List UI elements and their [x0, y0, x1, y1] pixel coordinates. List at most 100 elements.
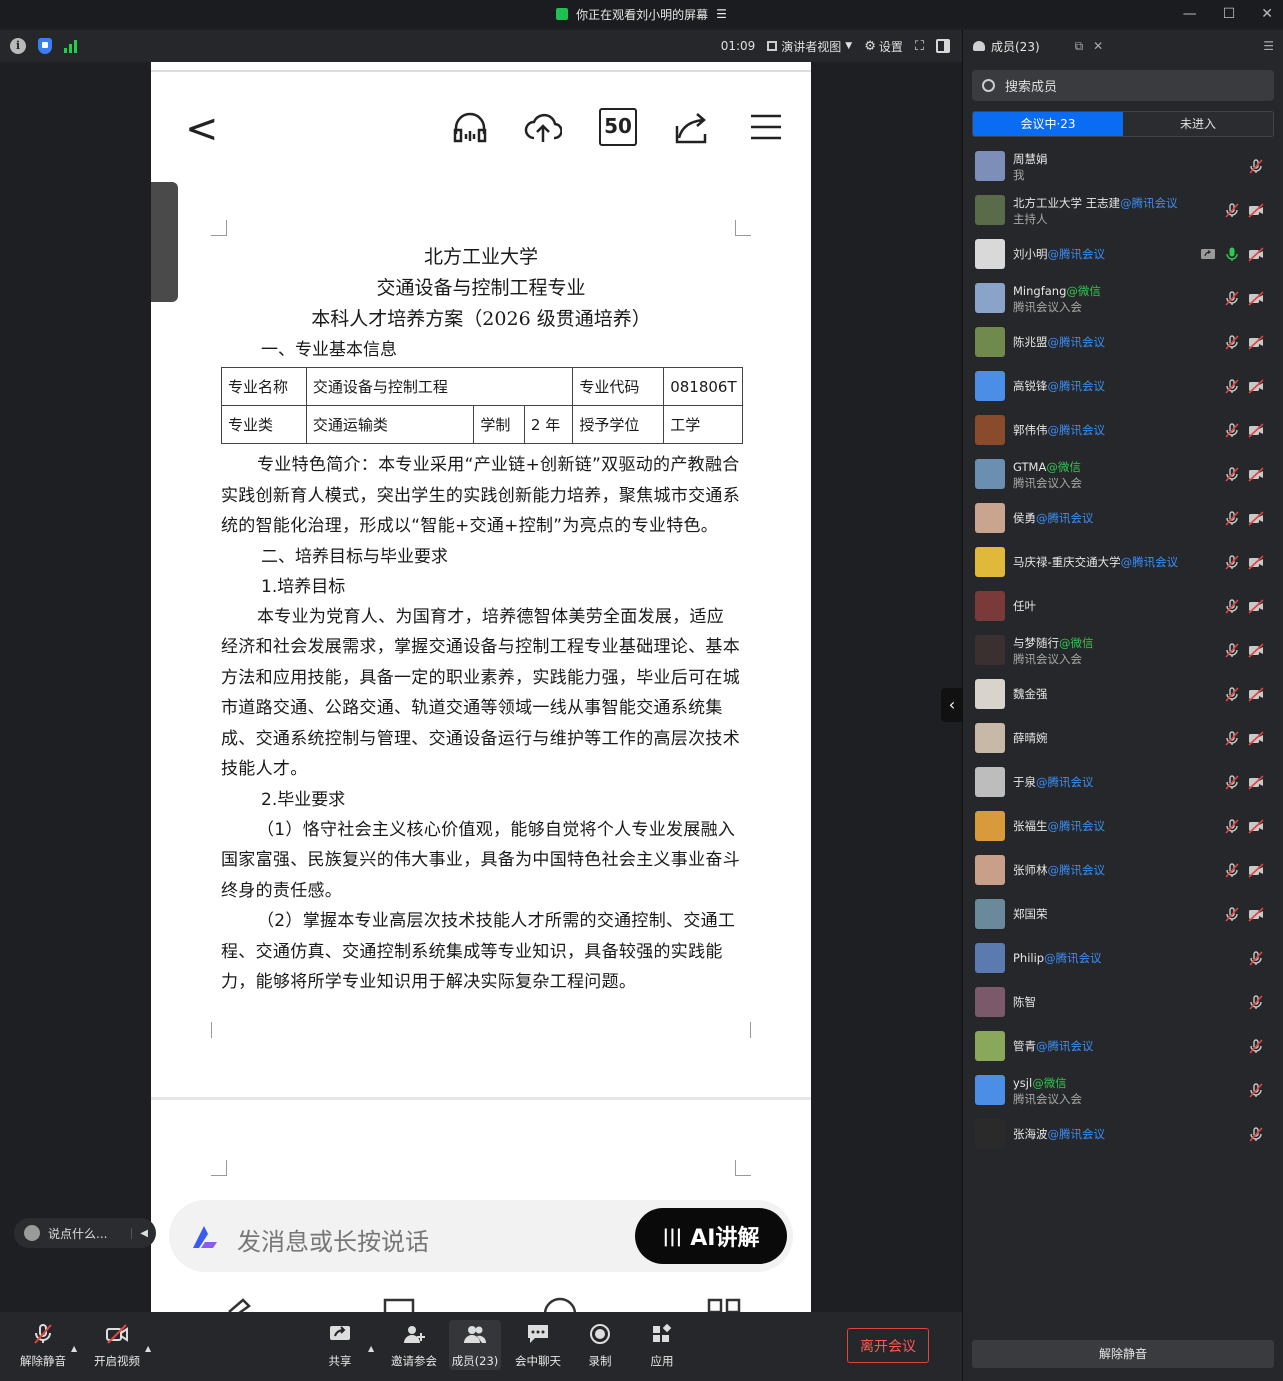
member-row[interactable]: 刘小明@腾讯会议: [963, 232, 1283, 276]
camera-off-icon[interactable]: [1248, 731, 1264, 746]
network-signal-icon[interactable]: [64, 39, 77, 53]
camera-off-icon[interactable]: [1248, 907, 1264, 922]
mic-off-icon[interactable]: [1224, 731, 1240, 746]
member-row[interactable]: 与梦随行@微信 腾讯会议入会: [963, 628, 1283, 672]
mic-off-icon[interactable]: [1224, 643, 1240, 658]
invite-button[interactable]: 邀请参会: [384, 1324, 444, 1369]
camera-off-icon[interactable]: [1248, 247, 1264, 262]
share-screen-button[interactable]: 共享: [310, 1324, 370, 1369]
mic-off-icon[interactable]: [1248, 995, 1264, 1010]
member-row[interactable]: 北方工业大学 王志建@腾讯会议 主持人: [963, 188, 1283, 232]
camera-off-icon[interactable]: [1248, 643, 1264, 658]
mic-off-icon[interactable]: [1224, 335, 1240, 350]
mic-off-icon[interactable]: [1224, 379, 1240, 394]
caret-up-icon[interactable]: ▲: [145, 1344, 151, 1353]
tab-not-joined[interactable]: 未进入: [1123, 112, 1273, 136]
member-row[interactable]: 陈兆盟@腾讯会议: [963, 320, 1283, 364]
mic-off-icon[interactable]: [1224, 907, 1240, 922]
mic-off-icon[interactable]: [1248, 159, 1264, 174]
member-row[interactable]: 魏金强: [963, 672, 1283, 716]
mic-off-icon[interactable]: [1248, 1127, 1264, 1142]
camera-off-icon[interactable]: [1248, 423, 1264, 438]
settings-button[interactable]: ⚙ 设置: [864, 38, 903, 55]
mic-off-icon[interactable]: [1224, 687, 1240, 702]
mic-off-icon[interactable]: [1248, 1039, 1264, 1054]
view-mode-button[interactable]: 演讲者视图 ▼: [767, 38, 852, 55]
mic-off-icon[interactable]: [1224, 291, 1240, 306]
chat-button[interactable]: 会中聊天: [508, 1324, 568, 1369]
mic-off-icon[interactable]: [1224, 511, 1240, 526]
member-row[interactable]: 郭伟伟@腾讯会议: [963, 408, 1283, 452]
mic-off-icon[interactable]: [1224, 775, 1240, 790]
panel-menu-icon[interactable]: ☰: [1263, 39, 1274, 54]
apps-button[interactable]: 应用: [632, 1323, 692, 1369]
camera-off-icon[interactable]: [1248, 687, 1264, 702]
mic-off-icon[interactable]: [1224, 819, 1240, 834]
member-row[interactable]: 任叶: [963, 584, 1283, 628]
member-row[interactable]: 于泉@腾讯会议: [963, 760, 1283, 804]
member-row[interactable]: 马庆禄-重庆交通大学@腾讯会议: [963, 540, 1283, 584]
popout-icon[interactable]: ⧉: [1075, 39, 1084, 54]
camera-off-icon[interactable]: [1248, 819, 1264, 834]
member-row[interactable]: 高锐锋@腾讯会议: [963, 364, 1283, 408]
close-window-button[interactable]: ✕: [1261, 6, 1273, 22]
mic-off-icon[interactable]: [1224, 203, 1240, 218]
phone-status-bar: [151, 62, 811, 72]
camera-off-icon[interactable]: [1248, 379, 1264, 394]
chevron-left-icon: ‹: [948, 695, 956, 714]
members-button[interactable]: 成员(23): [449, 1320, 501, 1370]
mic-on-icon[interactable]: [1224, 247, 1240, 262]
start-video-button[interactable]: 开启视频: [87, 1324, 147, 1369]
sidebar-toggle-icon[interactable]: [936, 39, 950, 53]
camera-off-icon[interactable]: [1248, 599, 1264, 614]
camera-off-icon[interactable]: [1248, 775, 1264, 790]
mic-off-icon[interactable]: [1224, 863, 1240, 878]
camera-off-icon[interactable]: [1248, 291, 1264, 306]
unmute-self-button[interactable]: 解除静音: [972, 1340, 1274, 1368]
member-row[interactable]: 张海波@腾讯会议: [963, 1112, 1283, 1156]
camera-off-icon[interactable]: [1248, 555, 1264, 570]
leave-meeting-button[interactable]: 离开会议: [847, 1328, 929, 1363]
member-row[interactable]: Philip@腾讯会议: [963, 936, 1283, 980]
member-search-input[interactable]: 搜索成员: [972, 70, 1274, 101]
quick-chat-pill[interactable]: 说点什么... ◀: [14, 1218, 156, 1248]
info-icon[interactable]: i: [10, 38, 26, 54]
mic-off-icon[interactable]: [1248, 1083, 1264, 1098]
security-shield-icon[interactable]: [38, 38, 52, 54]
camera-off-icon[interactable]: [1248, 335, 1264, 350]
emoji-icon[interactable]: [24, 1225, 40, 1241]
caret-up-icon[interactable]: ▲: [71, 1344, 77, 1353]
fullscreen-icon[interactable]: ⛶: [915, 39, 924, 54]
member-row[interactable]: 张福生@腾讯会议: [963, 804, 1283, 848]
member-name: 刘小明@腾讯会议: [1013, 246, 1105, 262]
member-row[interactable]: Mingfang@微信 腾讯会议入会: [963, 276, 1283, 320]
camera-off-icon[interactable]: [1248, 511, 1264, 526]
member-row[interactable]: 陈智: [963, 980, 1283, 1024]
mic-off-icon[interactable]: [1248, 951, 1264, 966]
camera-off-icon[interactable]: [1248, 863, 1264, 878]
member-row[interactable]: 郑国荣: [963, 892, 1283, 936]
maximize-button[interactable]: ☐: [1223, 6, 1236, 22]
caret-up-icon[interactable]: ▲: [368, 1344, 374, 1353]
camera-off-icon[interactable]: [1248, 467, 1264, 482]
collapse-panel-button[interactable]: ‹: [941, 688, 963, 722]
member-row[interactable]: ysjl@微信 腾讯会议入会: [963, 1068, 1283, 1112]
collapse-left-icon[interactable]: ◀: [131, 1227, 148, 1239]
tab-in-meeting[interactable]: 会议中·23: [973, 112, 1123, 136]
mic-off-icon[interactable]: [1224, 467, 1240, 482]
member-row[interactable]: 侯勇@腾讯会议: [963, 496, 1283, 540]
member-row[interactable]: 管青@腾讯会议: [963, 1024, 1283, 1068]
minimize-button[interactable]: —: [1183, 6, 1197, 22]
member-row[interactable]: 周慧娟我: [963, 144, 1283, 188]
member-row[interactable]: GTMA@微信 腾讯会议入会: [963, 452, 1283, 496]
mic-off-icon[interactable]: [1224, 555, 1240, 570]
unmute-button[interactable]: 解除静音: [13, 1324, 73, 1369]
member-row[interactable]: 薛晴婉: [963, 716, 1283, 760]
close-panel-icon[interactable]: ✕: [1093, 39, 1103, 54]
member-row[interactable]: 张师林@腾讯会议: [963, 848, 1283, 892]
camera-off-icon[interactable]: [1248, 203, 1264, 218]
mic-off-icon[interactable]: [1224, 423, 1240, 438]
mic-off-icon[interactable]: [1224, 599, 1240, 614]
list-icon[interactable]: ☰: [716, 7, 727, 21]
record-button[interactable]: 录制: [570, 1324, 630, 1369]
